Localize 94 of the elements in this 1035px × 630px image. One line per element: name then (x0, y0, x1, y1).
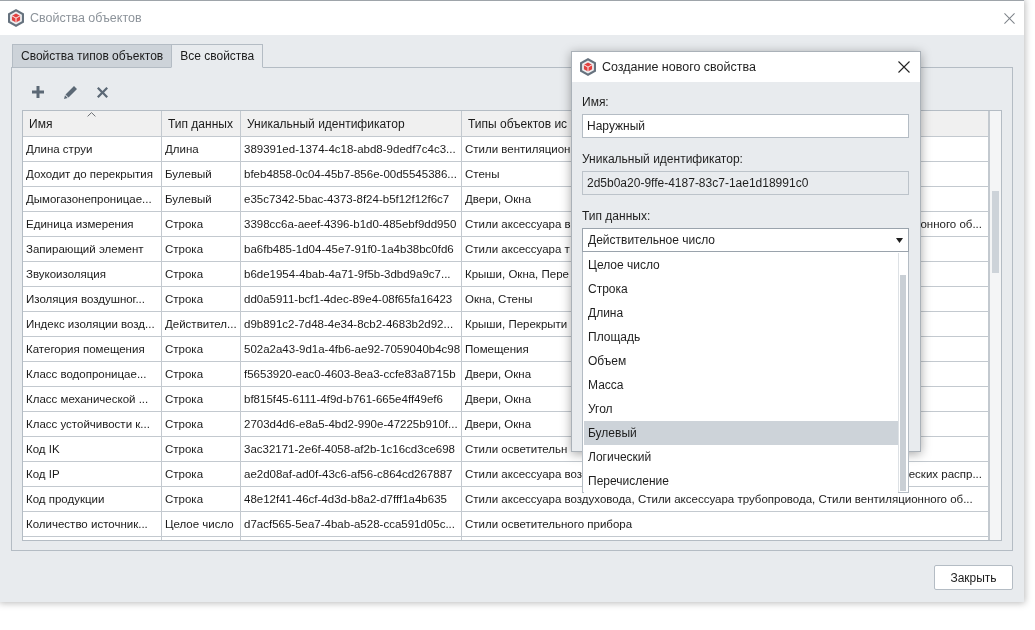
table-cell: b6de1954-4bab-4a71-9f5b-3dbd9a9c7... (241, 262, 462, 287)
column-header[interactable]: Имя (23, 111, 162, 137)
table-cell: 3ac32171-2e6f-4058-af2b-1c16cd3ce698 (241, 437, 462, 462)
table-cell: Строка (162, 337, 241, 362)
cell-text: онного об... (920, 217, 982, 232)
column-header[interactable]: Типы объектов ис (468, 115, 568, 132)
scrollbar[interactable] (989, 111, 1001, 540)
table-cell: Единица измерения (23, 212, 162, 237)
cell-text: Двери, Окна (465, 417, 532, 432)
table-cell: Строка (162, 487, 241, 512)
table-cell: d7acf565-5ea7-4bab-a528-cca591d05c... (241, 512, 462, 537)
table-cell: bfeb4858-0c04-45b7-856e-00d5545386... (241, 162, 462, 187)
cell-text: Стили осветительн (465, 442, 568, 457)
table-cell: Доходит до перекрытия (23, 162, 162, 187)
cell-text: Стили аксессуара т (465, 242, 570, 257)
table-cell: Класс механической ... (23, 387, 162, 412)
dropdown[interactable]: Действительное число (582, 228, 909, 252)
close-window-button[interactable]: Закрыть (934, 565, 1013, 590)
close-icon (898, 61, 910, 73)
field-label: Тип данных: (582, 208, 651, 224)
tab[interactable]: Свойства типов объектов (12, 44, 173, 68)
close-icon (1003, 12, 1015, 24)
scrollbar-thumb[interactable] (900, 275, 906, 491)
table-cell: Строка (162, 412, 241, 437)
caret-icon (896, 237, 903, 243)
table-cell: Индекс изоляции возд... (23, 312, 162, 337)
table-cell: 2703d4d6-e8a5-4bd2-990e-47225b910f... (241, 412, 462, 437)
table-cell: Строка (162, 287, 241, 312)
table-cell: Класс устойчивости к... (23, 412, 162, 437)
table-cell: Строка (162, 237, 241, 262)
field-label: Уникальный идентификатор: (582, 151, 743, 167)
column-header[interactable]: Тип данных (162, 111, 241, 137)
cell-text: Стили вентиляцион (465, 142, 571, 157)
table-cell: Строка (162, 262, 241, 287)
table-cell: Длина (162, 137, 241, 162)
table-cell: Изоляция воздушног... (23, 287, 162, 312)
table-cell: 389391ed-1374-4c18-abd8-9dedf7c4c3... (241, 137, 462, 162)
tab[interactable]: Все свойства (171, 44, 264, 68)
table-cell: Строка (162, 462, 241, 487)
table-cell: 3398cc6a-aeef-4396-b1d0-485ebf9dd950 (241, 212, 462, 237)
column-header[interactable]: Уникальный идентификатор (241, 111, 462, 137)
table-cell: Строка (162, 212, 241, 237)
table-cell: Код IP (23, 462, 162, 487)
dropdown-option[interactable]: Булевый (584, 421, 898, 445)
window-title: Свойства объектов (30, 11, 142, 25)
table-cell: Звукоизоляция (23, 262, 162, 287)
cell-text: Помещения (465, 342, 529, 357)
table-cell: Длина струи (23, 137, 162, 162)
cell-text: Двери, Окна (465, 367, 532, 382)
cell-text: Стили аксессуара воздуховода, Стили аксессуара трубопровода, Стили вентиляционного об... (465, 492, 973, 507)
cell-text: Стили аксессуара в (465, 217, 571, 232)
table-cell: 48e12f41-46cf-4d3d-b8a2-d7fff1a4b635 (241, 487, 462, 512)
table-cell: dd0a5911-bcf1-4dec-89e4-08f65fa16423 (241, 287, 462, 312)
table-cell: Код IK (23, 437, 162, 462)
scrollbar[interactable] (898, 253, 907, 492)
table-cell: Действител... (162, 312, 241, 337)
name-input[interactable]: Наружный (582, 114, 909, 138)
table-cell: f5653920-eac0-4603-8ea3-ccfe83a8715b (241, 362, 462, 387)
table-cell: Целое число (162, 512, 241, 537)
table-cell: ba6fb485-1d04-45e7-91f0-1a4b38bc0fd6 (241, 237, 462, 262)
cell-text: Крыши, Окна, Пере (465, 267, 569, 282)
table-cell: bf815f45-6111-4f9d-b761-665e4ff49ef6 (241, 387, 462, 412)
cell-text: еских распр... (908, 467, 982, 482)
table-cell: Код продукции (23, 487, 162, 512)
cell-text: Стили осветительного прибора (465, 517, 633, 532)
table-cell: Строка (162, 362, 241, 387)
table-cell: d9b891c2-7d48-4e34-8cb2-4683b2d92... (241, 312, 462, 337)
cell-text: Крыши, Перекрыти (465, 317, 568, 332)
table-cell: ae2d08af-ad0f-43c6-af56-c864cd267887 (241, 462, 462, 487)
table-cell: Категория помещения (23, 337, 162, 362)
field-label: Имя: (582, 94, 609, 110)
table-cell: Класс водопроницае... (23, 362, 162, 387)
cell-text: Окна, Стены (465, 292, 533, 307)
table-cell: Количество источник... (23, 512, 162, 537)
table-cell: Дымогазонепроницае... (23, 187, 162, 212)
table-cell: Строка (162, 437, 241, 462)
table-cell: 502a2a43-9d1a-4fb6-ae92-7059040b4c98 (241, 337, 462, 362)
dialog-title: Создание нового свойства (602, 60, 756, 74)
cross-icon (96, 86, 108, 98)
table-cell: Булевый (162, 162, 241, 187)
cell-text: Стили аксессуара воз (465, 467, 583, 482)
plus-icon (32, 86, 44, 98)
cell-text: Двери, Окна (465, 192, 532, 207)
app-logo-icon (580, 58, 596, 76)
scrollbar-thumb[interactable] (992, 191, 999, 273)
table-cell: e35c7342-5bac-4373-8f24-b5f12f12f6c7 (241, 187, 462, 212)
cell-text: Двери, Окна (465, 392, 532, 407)
table-cell: Булевый (162, 187, 241, 212)
pencil-icon (63, 85, 77, 99)
table-cell: Запирающий элемент (23, 237, 162, 262)
table-cell: Строка (162, 387, 241, 412)
id-input[interactable]: 2d5b0a20-9ffe-4187-83c7-1ae1d18991c0 (582, 171, 909, 195)
app-logo-icon (8, 9, 24, 27)
cell-text: Стены (465, 167, 500, 182)
